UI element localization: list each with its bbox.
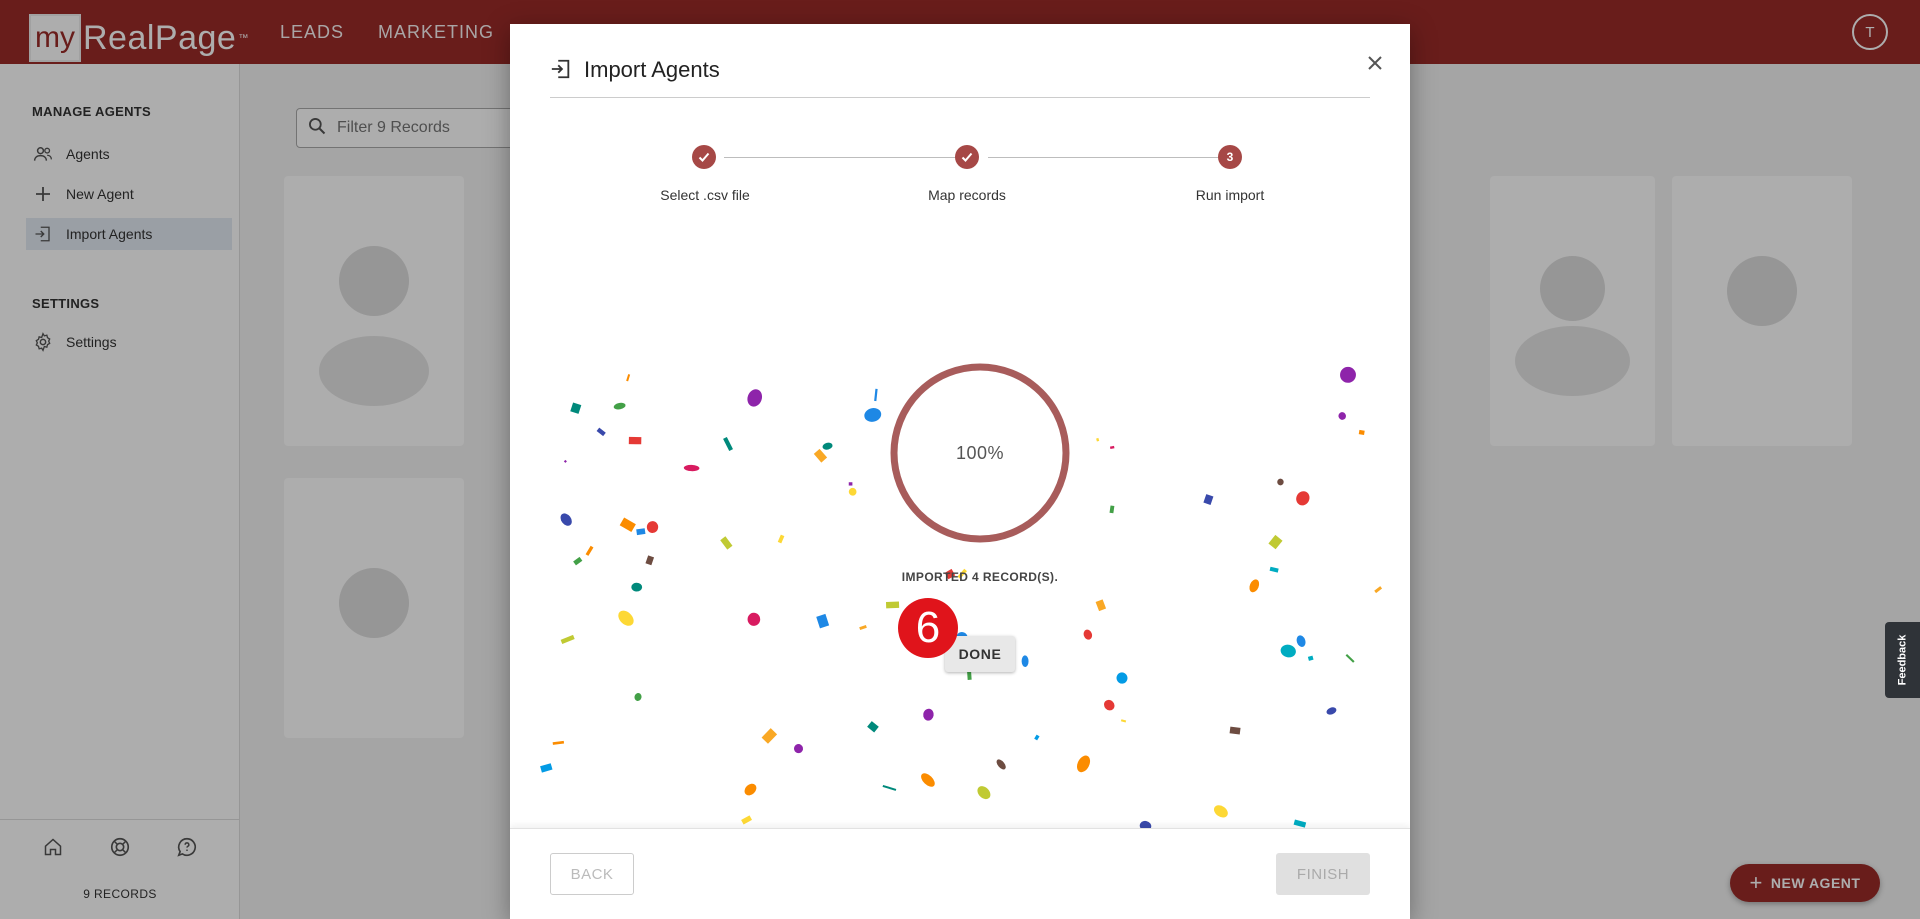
step-1-check <box>692 145 716 169</box>
confetti-piece <box>923 708 934 721</box>
confetti-piece <box>885 601 900 609</box>
import-agents-dialog: Import Agents 3 Select .csv file Map rec… <box>510 24 1410 919</box>
confetti-piece <box>1120 719 1127 723</box>
confetti-piece <box>996 759 1006 770</box>
feedback-tab[interactable]: Feedback <box>1885 622 1920 698</box>
confetti-piece <box>1280 644 1296 658</box>
confetti-piece <box>744 783 757 796</box>
confetti-piece <box>552 740 565 745</box>
confetti-piece <box>761 728 778 744</box>
confetti-piece <box>626 374 631 382</box>
confetti-piece <box>1021 655 1029 668</box>
confetti-piece <box>636 528 646 536</box>
dialog-footer: BACK FINISH <box>510 828 1410 919</box>
step-connector <box>988 157 1234 158</box>
confetti-piece <box>720 536 733 550</box>
confetti-piece <box>747 612 761 626</box>
finish-button[interactable]: FINISH <box>1276 853 1370 895</box>
confetti-piece <box>646 521 659 534</box>
confetti-piece <box>1340 366 1356 383</box>
confetti-piece <box>1307 655 1314 661</box>
confetti-piece <box>1104 699 1115 711</box>
confetti-piece <box>848 482 853 486</box>
confetti-piece <box>683 464 700 472</box>
done-button[interactable]: DONE <box>945 636 1015 672</box>
confetti-piece <box>573 556 583 566</box>
confetti-piece <box>619 517 636 533</box>
confetti-piece <box>747 389 763 407</box>
step-2-check <box>955 145 979 169</box>
confetti-piece <box>613 402 626 410</box>
confetti-piece <box>777 534 785 544</box>
check-icon <box>961 152 973 162</box>
feedback-label: Feedback <box>1896 634 1909 686</box>
confetti-piece <box>867 721 879 733</box>
confetti-piece <box>634 693 642 701</box>
confetti-piece <box>1268 534 1283 550</box>
import-result-text: IMPORTED 4 RECORD(S). <box>901 570 1059 584</box>
confetti-piece <box>967 671 972 680</box>
confetti-piece <box>1374 586 1383 594</box>
confetti-piece <box>628 436 642 445</box>
confetti-piece <box>874 388 878 402</box>
confetti-piece <box>560 634 575 644</box>
confetti-piece <box>1296 635 1306 647</box>
confetti-piece <box>1249 579 1260 593</box>
confetti-piece <box>1345 653 1355 663</box>
confetti-piece <box>1095 599 1107 612</box>
confetti-piece <box>822 442 833 450</box>
confetti-piece <box>618 610 634 626</box>
progress-percent: 100% <box>955 442 1005 463</box>
step-1-label: Select .csv file <box>660 187 750 203</box>
annotation-badge: 6 <box>898 598 958 658</box>
confetti-piece <box>1296 491 1310 506</box>
import-stepper: 3 Select .csv file Map records Run impor… <box>510 24 1410 224</box>
confetti-piece <box>882 784 897 791</box>
back-button[interactable]: BACK <box>550 853 634 895</box>
confetti-piece <box>864 408 882 422</box>
confetti-piece <box>1229 726 1241 735</box>
confetti-piece <box>540 763 553 773</box>
confetti-piece <box>921 773 935 787</box>
confetti-piece <box>977 786 991 800</box>
confetti-piece <box>1293 819 1307 828</box>
confetti-piece <box>563 459 567 463</box>
confetti-piece <box>723 436 733 451</box>
confetti-piece <box>1109 445 1115 450</box>
confetti-piece <box>848 487 857 496</box>
confetti-piece <box>570 402 582 414</box>
confetti-piece <box>1269 566 1279 573</box>
confetti-piece <box>645 555 655 566</box>
confetti-piece <box>741 815 753 825</box>
confetti-piece <box>1096 437 1100 442</box>
confetti-piece <box>1083 629 1093 640</box>
confetti-piece <box>1077 755 1091 773</box>
confetti-piece <box>1116 672 1128 684</box>
confetti-piece <box>813 448 828 463</box>
step-2-label: Map records <box>928 187 1006 203</box>
progress-ring: 100% <box>889 362 1071 544</box>
confetti-piece <box>794 744 804 754</box>
confetti-piece <box>1213 805 1228 818</box>
step-3-label: Run import <box>1195 187 1265 203</box>
confetti-piece <box>1338 412 1346 420</box>
confetti-piece <box>1034 734 1040 741</box>
confetti-piece <box>816 613 830 629</box>
confetti-piece <box>859 624 867 631</box>
confetti-piece <box>1326 707 1337 715</box>
confetti-piece <box>585 545 594 556</box>
step-connector <box>724 157 970 158</box>
confetti-piece <box>596 427 606 437</box>
confetti-piece <box>631 582 643 592</box>
confetti-piece <box>1358 429 1365 435</box>
step-3-number: 3 <box>1218 145 1242 169</box>
confetti-piece <box>560 513 572 526</box>
check-icon <box>698 152 710 162</box>
confetti-piece <box>1277 478 1284 486</box>
confetti-piece <box>1203 494 1214 505</box>
confetti-piece <box>1109 505 1115 514</box>
